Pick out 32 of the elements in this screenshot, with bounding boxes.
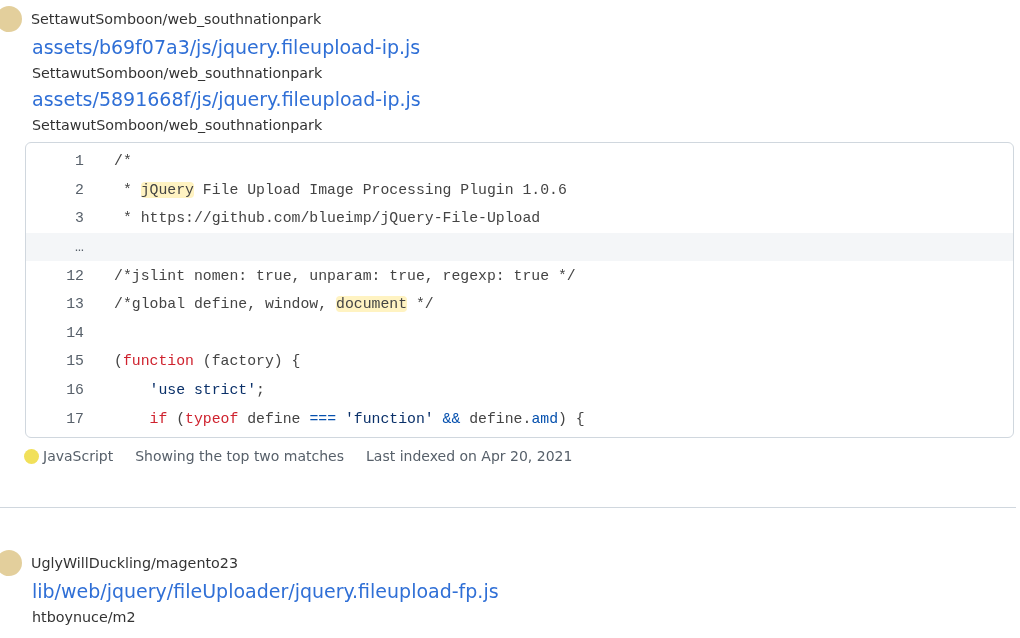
line-number: 17 (65, 409, 84, 429)
repo-name[interactable]: SettawutSomboon/web_southnationpark (32, 114, 1014, 136)
avatar (0, 549, 22, 576)
expand-ellipsis[interactable]: … (26, 236, 84, 259)
line-number: 3 (74, 209, 84, 229)
code-line: /*jslint nomen: true, unparam: true, regexp: true */ (114, 266, 576, 286)
file-path-link[interactable]: lib/web/jquery/fileUploader/jquery.fileupload-fp.js (32, 579, 499, 602)
line-number: 2 (74, 180, 84, 200)
code-line: * https://github.com/blueimp/jQuery-File-Upload (121, 209, 541, 229)
code-line: /*global define, window, document */ (114, 295, 434, 315)
repo-name[interactable]: UglyWillDuckling/magento23 (31, 551, 238, 574)
line-number: 13 (65, 295, 84, 315)
code-line: * jQuery File Upload Image Processing Plugin 1.0.6 (121, 180, 567, 200)
code-line: (function (factory) { (114, 352, 301, 372)
repo-name[interactable]: SettawutSomboon/web_southnationpark (32, 62, 1014, 84)
code-line: if (typeof define === 'function' && define.amd) { (148, 409, 585, 429)
line-number: 16 (65, 380, 84, 400)
line-number: 14 (65, 323, 84, 343)
code-line: 'use strict'; (148, 380, 265, 400)
language-dot (24, 448, 39, 464)
indexed-date: Last indexed on Apr 20, 2021 (366, 446, 573, 466)
repo-name[interactable]: htboynuce/m2 (32, 605, 1014, 628)
repo-name[interactable]: SettawutSomboon/web_southnationpark (31, 8, 322, 30)
code-line: /* (114, 152, 132, 172)
file-path-link[interactable]: assets/b69f07a3/js/jquery.fileupload-ip.js (32, 36, 421, 58)
avatar (0, 6, 22, 32)
file-path-link[interactable]: assets/5891668f/js/jquery.fileupload-ip.js (32, 88, 421, 110)
language-label: JavaScript (43, 446, 114, 466)
line-number: 15 (65, 352, 84, 372)
line-number: 12 (65, 266, 84, 286)
match-count: Showing the top two matches (135, 446, 345, 466)
line-number: 1 (74, 152, 84, 172)
